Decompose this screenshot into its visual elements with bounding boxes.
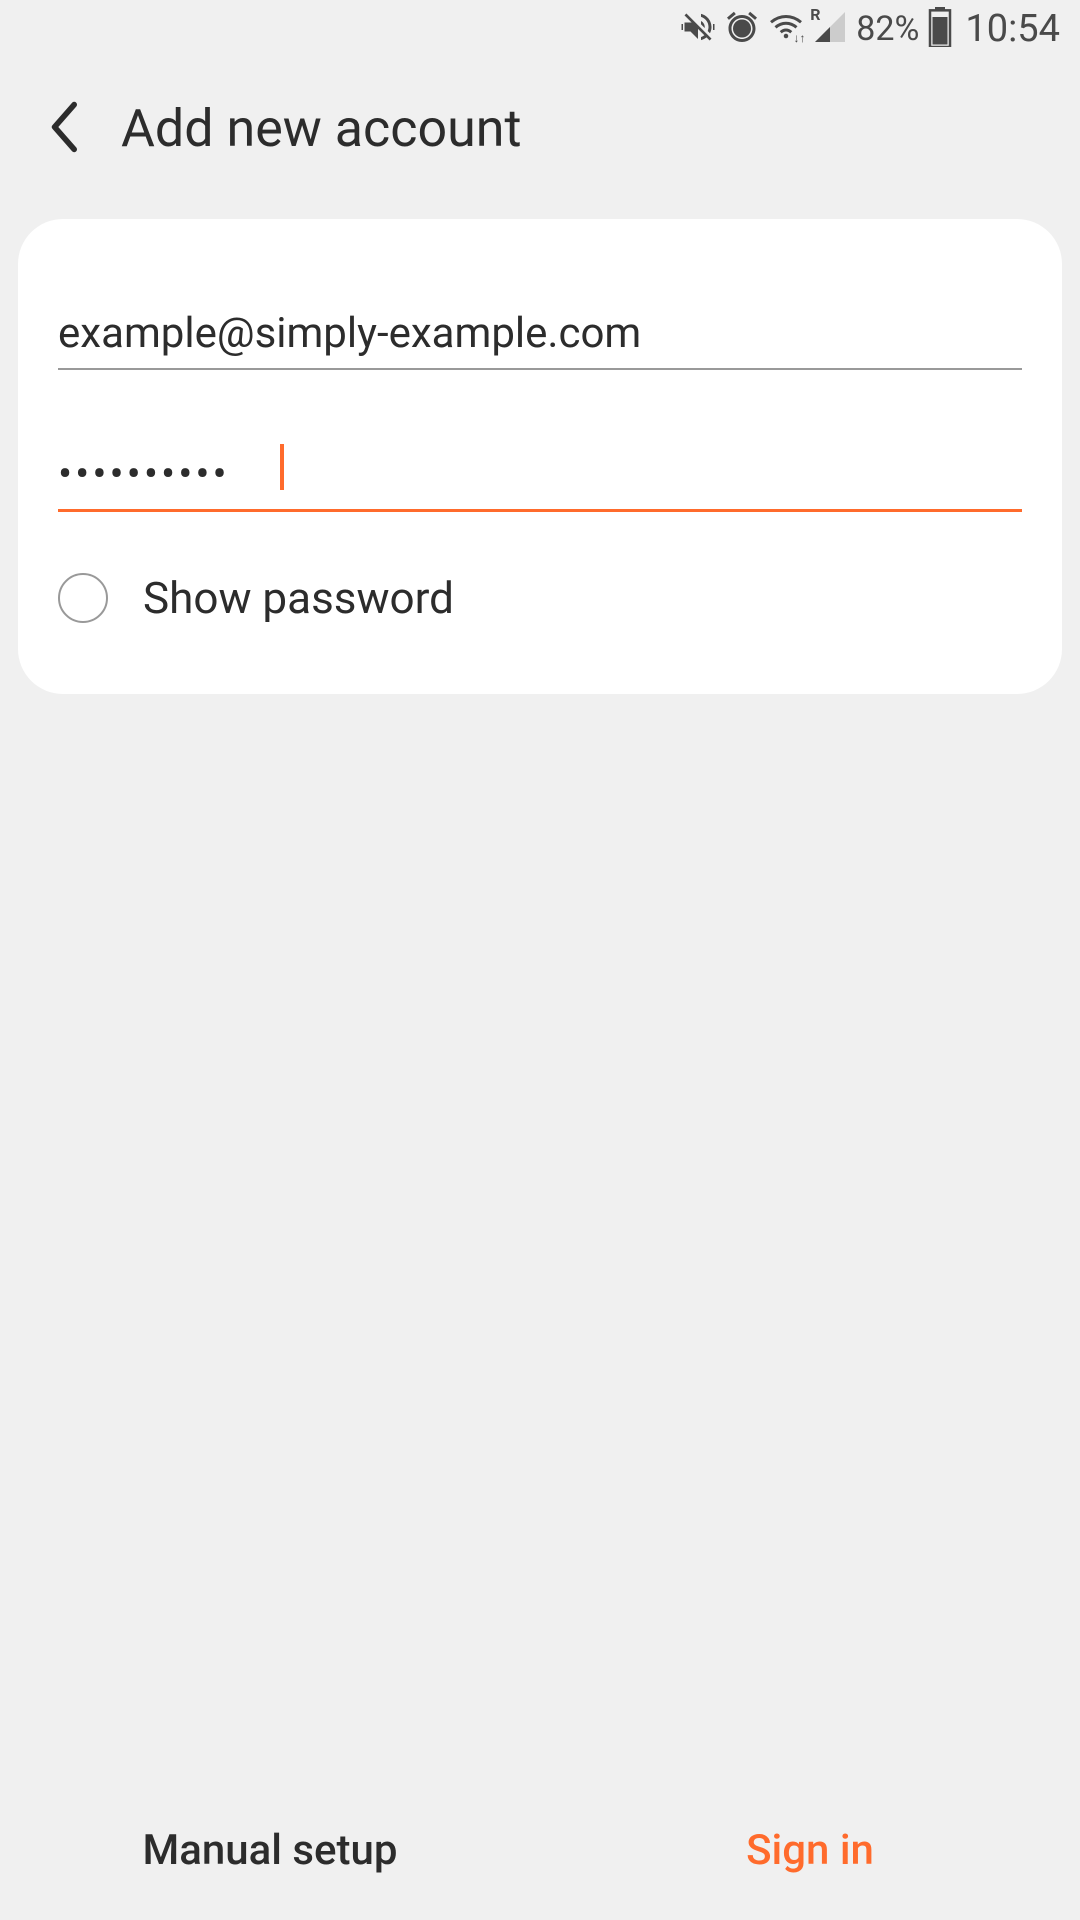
battery-icon [927, 7, 953, 51]
show-password-checkbox[interactable] [58, 573, 108, 623]
svg-text:↓↑: ↓↑ [794, 31, 805, 45]
bottom-actions: Manual setup Sign in [0, 1781, 1080, 1920]
app-header: Add new account [0, 58, 1080, 219]
status-bar: ↓↑ R 82% 10:54 [0, 0, 1080, 58]
alarm-icon [724, 9, 760, 49]
form-card: Show password [18, 219, 1062, 694]
clock-time: 10:54 [965, 7, 1060, 51]
sign-in-button[interactable]: Sign in [540, 1826, 1080, 1875]
battery-percent: 82% [856, 9, 919, 49]
text-cursor [280, 444, 284, 490]
show-password-label: Show password [143, 572, 454, 624]
email-field-group [58, 299, 1022, 370]
status-icons: ↓↑ R 82% 10:54 [680, 7, 1060, 51]
manual-setup-button[interactable]: Manual setup [0, 1826, 540, 1875]
wifi-icon: ↓↑ [768, 9, 804, 49]
back-button[interactable] [45, 99, 81, 159]
mute-vibrate-icon [680, 9, 716, 49]
show-password-row[interactable]: Show password [58, 572, 1022, 624]
signal-icon: R [812, 9, 848, 49]
password-field-group [58, 440, 1022, 512]
password-input[interactable] [58, 440, 1022, 512]
page-title: Add new account [121, 98, 522, 159]
email-input[interactable] [58, 299, 1022, 370]
roaming-label: R [810, 5, 820, 24]
